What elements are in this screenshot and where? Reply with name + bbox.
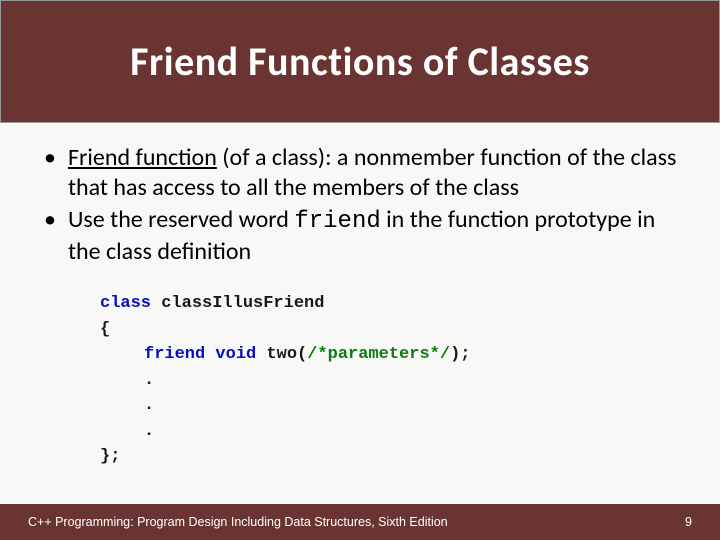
- term-underline: Friend function: [68, 143, 217, 172]
- code-line: .: [100, 419, 680, 445]
- bullet-item: Use the reserved word friend in the func…: [40, 205, 680, 267]
- bullet-item: Friend function (of a class): a nonmembe…: [40, 143, 680, 203]
- keyword: friend void: [144, 345, 256, 364]
- slide-title: Friend Functions of Classes: [130, 37, 590, 86]
- code-text: );: [450, 345, 470, 364]
- slide-header: Friend Functions of Classes: [0, 0, 720, 123]
- code-text: (: [297, 345, 307, 364]
- bullet-text: Use the reserved word: [68, 205, 294, 234]
- bullet-list: Friend function (of a class): a nonmembe…: [40, 143, 680, 267]
- code-line: friend void two(/*parameters*/);: [100, 342, 680, 368]
- inline-code: friend: [294, 208, 380, 235]
- keyword: class: [100, 294, 151, 313]
- code-text: two: [256, 345, 297, 364]
- code-line: class classIllusFriend: [100, 291, 680, 317]
- footer-text: C++ Programming: Program Design Includin…: [28, 515, 448, 529]
- code-line: {: [100, 317, 680, 343]
- slide-content: Friend function (of a class): a nonmembe…: [0, 123, 720, 470]
- code-text: classIllusFriend: [151, 294, 324, 313]
- code-line: .: [100, 393, 680, 419]
- code-block: class classIllusFriend { friend void two…: [100, 291, 680, 470]
- code-line: };: [100, 444, 680, 470]
- code-comment: /*parameters*/: [307, 345, 450, 364]
- page-number: 9: [685, 515, 692, 529]
- code-line: .: [100, 368, 680, 394]
- slide-footer: C++ Programming: Program Design Includin…: [0, 504, 720, 540]
